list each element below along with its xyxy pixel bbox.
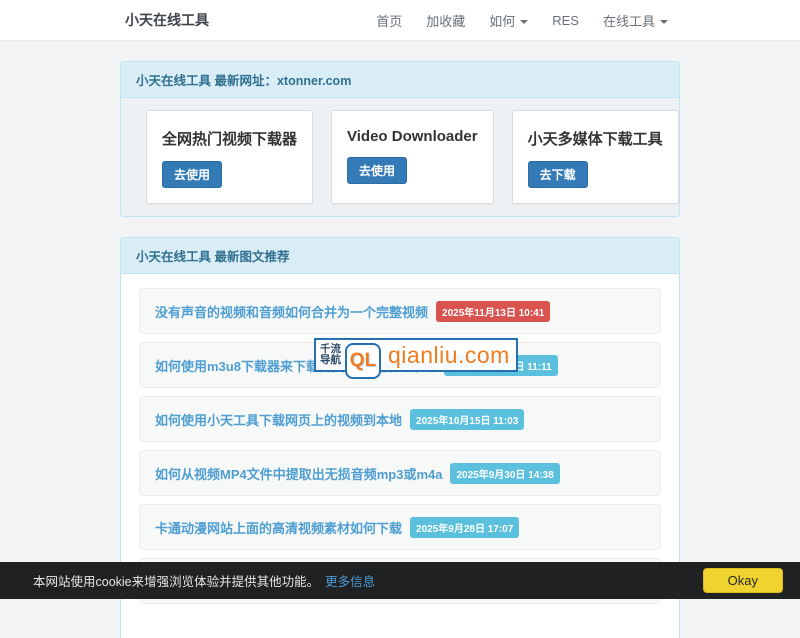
article-date-badge: 2025年10月15日 11:03 [410, 409, 524, 430]
qianliu-watermark-link[interactable]: 千流 导航 QL qianliu.com [314, 338, 518, 372]
qianliu-logo-icon: QL [345, 343, 381, 379]
latest-url-link[interactable]: xtonner.com [277, 74, 351, 88]
cookie-okay-button[interactable]: Okay [703, 568, 783, 593]
site-brand[interactable]: 小天在线工具 [120, 10, 209, 30]
article-link[interactable]: 如何从视频MP4文件中提取出无损音频mp3或m4a [155, 464, 442, 483]
watermark-site-name: 千流 导航 [316, 344, 344, 366]
article-link[interactable]: 没有声音的视频和音频如何合并为一个完整视频 [155, 302, 428, 321]
tool-card-title: 全网热门视频下载器 [162, 128, 297, 149]
tool-card-title: 小天多媒体下载工具 [528, 128, 663, 149]
nav-item[interactable]: RES [540, 13, 591, 28]
nav-item[interactable]: 首页 [364, 11, 414, 30]
article-date-badge: 2025年9月30日 14:38 [450, 463, 559, 484]
top-navbar: 小天在线工具 首页 加收藏 如何 RES 在线工具 [0, 0, 800, 41]
tool-card: 全网热门视频下载器 去使用 [146, 110, 313, 204]
tool-card-action-button[interactable]: 去下载 [528, 161, 588, 188]
cookie-consent-bar: 本网站使用cookie来增强浏览体验并提供其他功能。 更多信息 Okay [0, 562, 800, 599]
tool-card: 小天多媒体下载工具 去下载 [512, 110, 679, 204]
tool-card-action-button[interactable]: 去使用 [162, 161, 222, 188]
article-date-badge: 2025年9月28日 17:07 [410, 517, 519, 538]
chevron-down-icon [660, 20, 668, 24]
latest-url-panel: 小天在线工具 最新网址：xtonner.com 全网热门视频下载器 去使用 Vi… [120, 61, 680, 217]
chevron-down-icon [520, 20, 528, 24]
article-list-item[interactable]: 如何使用小天工具下载网页上的视频到本地 2025年10月15日 11:03 [139, 396, 661, 442]
tool-card-title: Video Downloader [347, 128, 478, 145]
latest-url-label: 小天在线工具 最新网址： [136, 74, 277, 88]
main-nav: 首页 加收藏 如何 RES 在线工具 [364, 11, 680, 30]
watermark-domain: qianliu.com [383, 342, 510, 369]
article-link[interactable]: 卡通动漫网站上面的高清视频素材如何下载 [155, 518, 402, 537]
tool-card: Video Downloader 去使用 [331, 110, 494, 204]
nav-item[interactable]: 如何 [477, 11, 540, 30]
article-date-badge: 2025年11月13日 10:41 [436, 301, 550, 322]
articles-panel-heading: 小天在线工具 最新图文推荐 [121, 238, 679, 274]
cookie-message: 本网站使用cookie来增强浏览体验并提供其他功能。 [33, 571, 319, 590]
article-list-item[interactable]: 如何从视频MP4文件中提取出无损音频mp3或m4a 2025年9月30日 14:… [139, 450, 661, 496]
latest-url-panel-heading: 小天在线工具 最新网址：xtonner.com [121, 62, 679, 98]
cookie-more-info-link[interactable]: 更多信息 [325, 571, 375, 590]
article-list-item[interactable]: 卡通动漫网站上面的高清视频素材如何下载 2025年9月28日 17:07 [139, 504, 661, 550]
tool-cards-row: 全网热门视频下载器 去使用 Video Downloader 去使用 小天多媒体… [121, 98, 679, 216]
tool-card-action-button[interactable]: 去使用 [347, 157, 407, 184]
article-link[interactable]: 如何使用小天工具下载网页上的视频到本地 [155, 410, 402, 429]
nav-item[interactable]: 在线工具 [591, 11, 680, 30]
article-list-item[interactable]: 没有声音的视频和音频如何合并为一个完整视频 2025年11月13日 10:41 [139, 288, 661, 334]
nav-item[interactable]: 加收藏 [414, 11, 477, 30]
